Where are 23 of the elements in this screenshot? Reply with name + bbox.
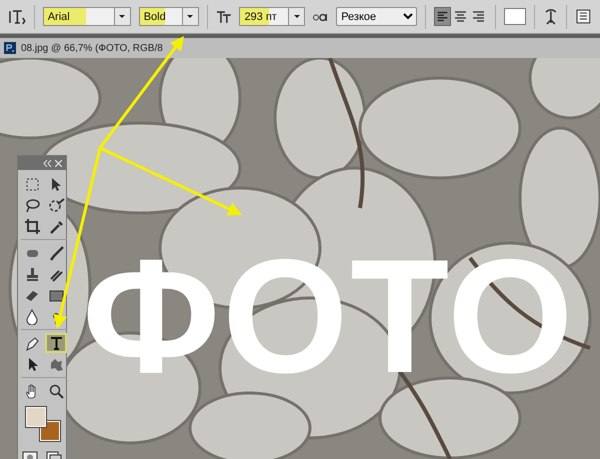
collapse-icon[interactable]: [43, 160, 52, 166]
document-tab-title[interactable]: 08.jpg @ 66,7% (ФОТО, RGB/8: [21, 40, 163, 56]
font-size-icon: [216, 8, 232, 24]
type-tool-icon[interactable]: [8, 8, 26, 26]
antialias-select[interactable]: Резкое: [336, 7, 417, 26]
zoom-icon: [47, 382, 65, 400]
app-logo-icon: [4, 42, 16, 54]
color-swatch[interactable]: [504, 8, 526, 25]
align-left-button[interactable]: [434, 7, 451, 26]
antialias-icon: [313, 12, 328, 20]
caret-icon: [118, 14, 126, 19]
font-style-field[interactable]: Bold: [138, 7, 199, 26]
tool-button[interactable]: [45, 333, 67, 353]
brush-circle-icon: [47, 196, 65, 214]
brush-icon: [47, 244, 65, 262]
caret-icon: [292, 14, 301, 19]
caret-icon: [186, 14, 194, 19]
crop-icon: [23, 217, 41, 235]
close-icon[interactable]: [55, 160, 62, 166]
font-family-field[interactable]: Arial: [42, 7, 131, 26]
warp-text-icon[interactable]: [542, 8, 558, 26]
panel-icon[interactable]: [575, 8, 592, 25]
foreground-color-swatch[interactable]: [26, 407, 46, 427]
